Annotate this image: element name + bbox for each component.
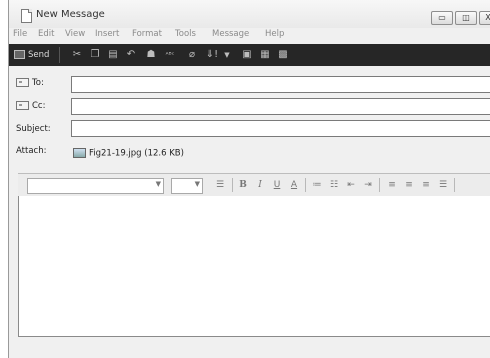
cut-icon[interactable]: ✂ bbox=[71, 49, 83, 61]
window-title: New Message bbox=[36, 9, 105, 20]
format-separator bbox=[454, 178, 455, 192]
attach-label: Attach: bbox=[16, 146, 47, 156]
close-button[interactable]: X bbox=[479, 11, 490, 25]
attach-icon[interactable]: ⌀ bbox=[187, 49, 197, 61]
send-button[interactable]: Send bbox=[14, 48, 49, 62]
menu-bar: File Edit View Insert Format Tools Messa… bbox=[9, 28, 490, 42]
format-separator bbox=[379, 178, 380, 192]
main-toolbar: Send ✂ ❐ ▤ ↶ ☗ ᴬᴮᶜ ⌀ ⇓! ▼ ▣ ▦ ▩ bbox=[9, 44, 490, 66]
subject-label: Subject: bbox=[16, 124, 51, 134]
to-field[interactable] bbox=[71, 76, 490, 93]
italic-icon[interactable]: I bbox=[255, 179, 265, 191]
image-file-icon bbox=[73, 148, 86, 158]
cc-label[interactable]: Cc: bbox=[16, 101, 45, 111]
paste-icon[interactable]: ▤ bbox=[107, 49, 119, 61]
bold-icon[interactable]: B bbox=[238, 179, 248, 191]
send-label: Send bbox=[28, 50, 50, 60]
maximize-button[interactable]: ◫ bbox=[455, 11, 477, 25]
offline-icon[interactable]: ▩ bbox=[277, 49, 289, 61]
cc-field[interactable] bbox=[71, 98, 490, 115]
send-icon bbox=[14, 50, 25, 59]
justify-icon[interactable]: ☰ bbox=[437, 179, 449, 191]
font-color-icon[interactable]: A bbox=[289, 179, 299, 191]
underline-icon[interactable]: U bbox=[272, 179, 282, 191]
priority-dropdown-icon[interactable]: ▼ bbox=[223, 49, 231, 61]
attachment-item[interactable]: Fig21-19.jpg (12.6 KB) bbox=[73, 148, 184, 159]
toolbar-separator bbox=[59, 47, 60, 63]
address-book-icon bbox=[16, 101, 29, 110]
message-body[interactable] bbox=[18, 196, 490, 337]
menu-view[interactable]: View bbox=[65, 29, 85, 39]
chevron-down-icon: ▼ bbox=[155, 180, 161, 188]
align-left-icon[interactable]: ≡ bbox=[386, 179, 398, 191]
new-message-window: New Message ▭ ◫ X File Edit View Insert … bbox=[8, 0, 490, 358]
undo-icon[interactable]: ↶ bbox=[125, 49, 137, 61]
minimize-button[interactable]: ▭ bbox=[431, 11, 453, 25]
check-names-icon[interactable]: ☗ bbox=[145, 49, 157, 61]
format-separator bbox=[305, 178, 306, 192]
font-name-dropdown[interactable]: ▼ bbox=[27, 178, 164, 194]
paragraph-style-icon[interactable]: ☰ bbox=[213, 179, 227, 191]
title-bar: New Message ▭ ◫ X bbox=[9, 0, 490, 28]
font-size-dropdown[interactable]: ▼ bbox=[171, 178, 203, 194]
new-document-icon bbox=[21, 9, 32, 23]
menu-message[interactable]: Message bbox=[212, 29, 249, 39]
menu-insert[interactable]: Insert bbox=[95, 29, 119, 39]
decrease-indent-icon[interactable]: ⇤ bbox=[345, 179, 357, 191]
subject-field[interactable] bbox=[71, 120, 490, 137]
address-book-icon bbox=[16, 78, 29, 87]
increase-indent-icon[interactable]: ⇥ bbox=[362, 179, 374, 191]
menu-format[interactable]: Format bbox=[132, 29, 162, 39]
status-bar bbox=[9, 338, 490, 358]
priority-icon[interactable]: ⇓! bbox=[205, 49, 219, 61]
numbered-list-icon[interactable]: ≔ bbox=[311, 179, 323, 191]
formatting-toolbar: ▼ ▼ ☰ B I U A ≔ ☷ ⇤ ⇥ ≡ ≡ ≡ ☰ bbox=[18, 173, 490, 197]
menu-edit[interactable]: Edit bbox=[38, 29, 54, 39]
align-center-icon[interactable]: ≡ bbox=[403, 179, 415, 191]
align-right-icon[interactable]: ≡ bbox=[420, 179, 432, 191]
chevron-down-icon: ▼ bbox=[194, 180, 200, 188]
to-label[interactable]: To: bbox=[16, 78, 44, 88]
copy-icon[interactable]: ❐ bbox=[89, 49, 101, 61]
spelling-icon[interactable]: ᴬᴮᶜ bbox=[163, 49, 177, 61]
menu-tools[interactable]: Tools bbox=[175, 29, 196, 39]
encrypt-icon[interactable]: ▦ bbox=[259, 49, 271, 61]
menu-file[interactable]: File bbox=[13, 29, 27, 39]
menu-help[interactable]: Help bbox=[265, 29, 284, 39]
attachment-name: Fig21-19.jpg (12.6 KB) bbox=[89, 148, 184, 159]
format-separator bbox=[232, 178, 233, 192]
sign-icon[interactable]: ▣ bbox=[241, 49, 253, 61]
bulleted-list-icon[interactable]: ☷ bbox=[328, 179, 340, 191]
